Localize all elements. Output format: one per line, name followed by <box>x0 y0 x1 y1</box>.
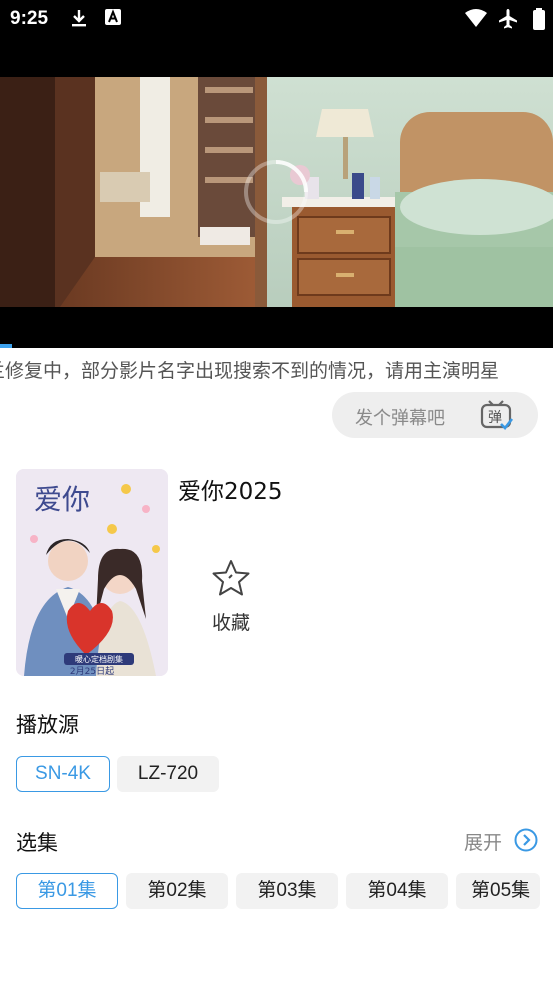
poster-badge-text: 暖心定档剧集 <box>75 654 123 664</box>
danmu-icon: 弹 <box>480 399 514 435</box>
source-chip-lz-720[interactable]: LZ-720 <box>117 756 219 792</box>
battery-icon <box>532 8 546 34</box>
notice-text: 兰修复中，部分影片名字出现搜索不到的情况，请用主演明星 <box>0 360 500 382</box>
poster-title-text: 爱你 <box>34 483 90 516</box>
status-bar: 9:25 <box>0 0 553 38</box>
danmu-icon-char: 弹 <box>488 410 502 426</box>
video-progress-bar[interactable] <box>0 344 12 348</box>
app-notification-icon <box>104 8 122 30</box>
airplane-mode-icon <box>497 8 519 34</box>
notice-marquee: 兰修复中，部分影片名字出现搜索不到的情况，请用主演明星 <box>0 356 553 386</box>
episodes-title: 选集 <box>16 831 58 855</box>
video-frame <box>0 77 553 307</box>
danmu-label: 发个弹幕吧 <box>355 408 445 429</box>
episode-chip-03[interactable]: 第03集 <box>236 873 338 909</box>
star-icon <box>211 558 251 602</box>
poster-release-text: 2月25日起 <box>70 666 114 676</box>
download-icon <box>70 8 88 32</box>
episode-chip-02[interactable]: 第02集 <box>126 873 228 909</box>
source-chip-sn-4k[interactable]: SN-4K <box>16 756 110 792</box>
send-danmu-button[interactable]: 发个弹幕吧 弹 <box>332 392 538 438</box>
status-time: 9:25 <box>10 8 49 29</box>
wifi-icon <box>464 8 488 32</box>
movie-poster[interactable]: 暖心定档剧集 2月25日起 爱你 <box>16 469 168 676</box>
favorite-label: 收藏 <box>211 612 250 634</box>
episode-chip-01[interactable]: 第01集 <box>16 873 118 909</box>
video-player[interactable] <box>0 38 553 348</box>
episode-chip-05[interactable]: 第05集 <box>456 873 540 909</box>
sources-title: 播放源 <box>16 713 79 737</box>
chevron-right-circle-icon[interactable] <box>514 828 538 856</box>
episode-chip-04[interactable]: 第04集 <box>346 873 448 909</box>
movie-title: 爱你2025 <box>178 479 283 505</box>
expand-button[interactable]: 展开 <box>464 828 502 855</box>
